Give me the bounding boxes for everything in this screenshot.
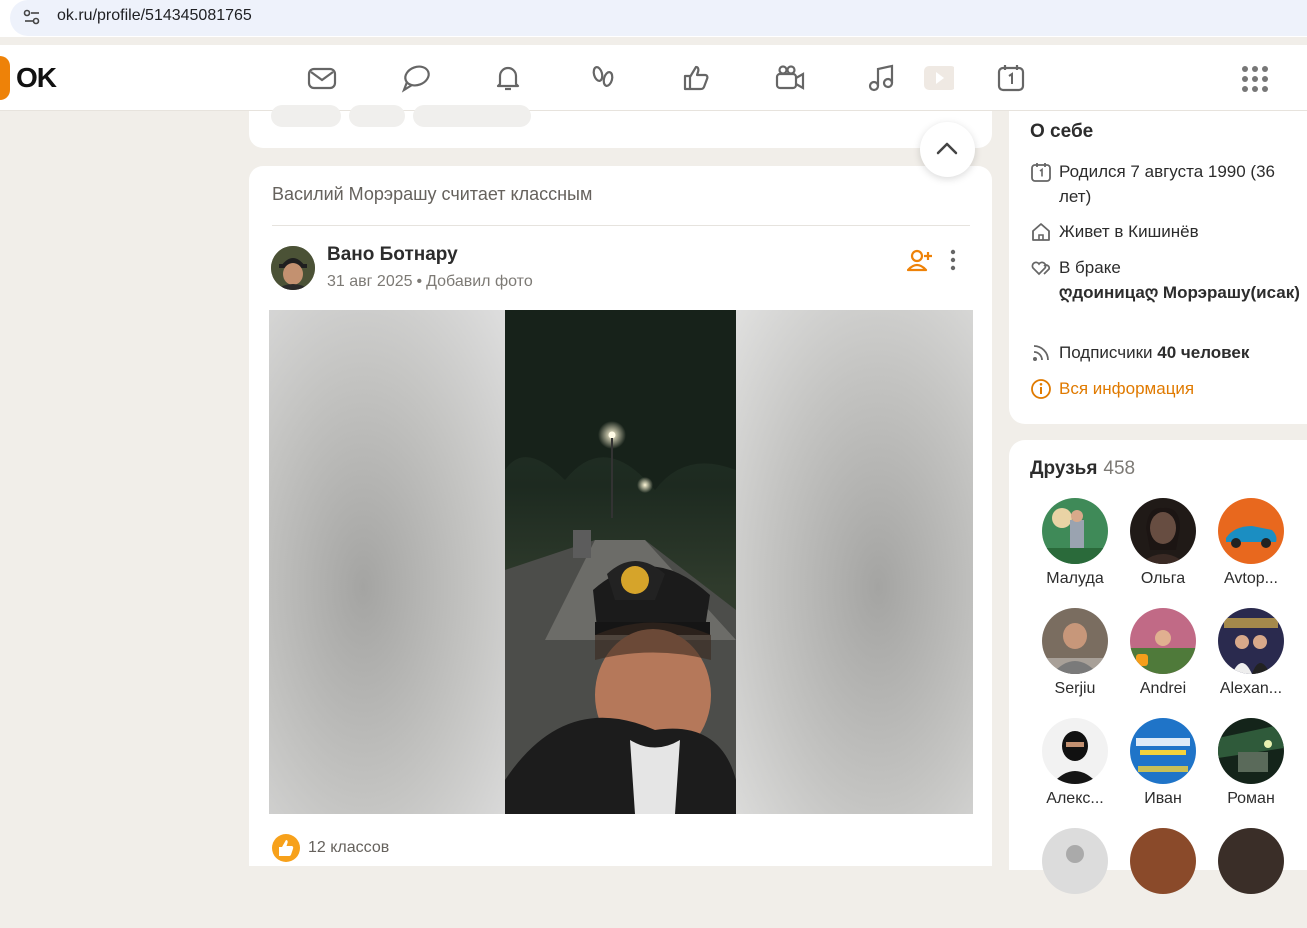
photo-blur-left [269, 310, 505, 814]
friend-item[interactable] [1119, 828, 1205, 928]
post-date[interactable]: 31 авг 2025 [327, 273, 413, 290]
scroll-to-top-button[interactable] [920, 122, 975, 177]
avatar[interactable] [1042, 828, 1108, 894]
photo-blur-right [736, 310, 973, 814]
friend-name: Andrei [1139, 680, 1187, 697]
friends-count: 458 [1103, 458, 1136, 479]
previous-post-footer [249, 105, 992, 148]
friend-name: Avtop... [1224, 570, 1278, 587]
avatar[interactable] [1218, 608, 1284, 674]
friend-name: Роман [1227, 790, 1275, 807]
avatar[interactable] [1042, 608, 1108, 674]
friend-item[interactable]: Алекс... [1031, 718, 1117, 818]
hearts-icon [1031, 261, 1050, 276]
about-born: Родился 7 августа 1990 (36 лет) [1059, 162, 1275, 206]
friend-item[interactable]: Роман [1207, 718, 1293, 818]
avatar[interactable] [1130, 498, 1196, 564]
calendar-icon[interactable] [995, 62, 1027, 94]
mail-icon[interactable] [306, 62, 338, 94]
avatar[interactable] [1218, 498, 1284, 564]
post-photo[interactable] [269, 310, 973, 814]
avatar[interactable] [1218, 718, 1284, 784]
video-camera-icon[interactable] [774, 62, 806, 94]
friend-item[interactable]: Alexan... [1207, 608, 1293, 708]
site-settings-icon[interactable] [22, 7, 42, 27]
logo[interactable]: OK [16, 62, 57, 94]
post-author-name[interactable]: Вано Ботнару [327, 244, 458, 266]
about-title: О себе [1030, 121, 1094, 142]
friend-name: Иван [1144, 790, 1182, 807]
friend-name: Serjiu [1054, 680, 1096, 697]
browser-address-bar: ok.ru/profile/514345081765 [0, 0, 1307, 37]
about-married-with[interactable]: ღдоиницаღ Морэрашу(исак) [1059, 280, 1300, 305]
about-lives-row: Живет в Кишинёв [1030, 219, 1300, 244]
avatar[interactable] [1130, 718, 1196, 784]
site-header: OK [0, 45, 1307, 111]
likes-count: 12 классов [308, 839, 390, 856]
about-married-row: В браке ღдоиницаღ Морэрашу(исак) [1030, 255, 1300, 305]
home-icon [1032, 223, 1050, 241]
info-icon [1031, 379, 1051, 399]
feed-post-card: Василий Морэрашу считает классным Вано Б… [249, 166, 992, 866]
action-chip[interactable] [413, 105, 531, 127]
footprints-icon[interactable] [587, 62, 619, 94]
avatar[interactable] [1130, 828, 1196, 894]
friend-item[interactable]: Serjiu [1031, 608, 1117, 708]
calendar-icon [1031, 163, 1051, 182]
avatar[interactable] [1130, 608, 1196, 674]
play-icon[interactable] [922, 62, 956, 94]
friend-name: Alexan... [1219, 680, 1283, 697]
friend-name: Алекс... [1046, 790, 1104, 807]
friend-name: Ольга [1140, 570, 1186, 587]
action-chip[interactable] [271, 105, 341, 127]
friends-title[interactable]: Друзья 458 [1030, 458, 1135, 480]
avatar[interactable] [271, 246, 315, 290]
avatar[interactable] [1042, 498, 1108, 564]
friend-item[interactable] [1207, 828, 1293, 928]
friends-label: Друзья [1030, 458, 1098, 479]
logo-mark[interactable] [0, 56, 10, 100]
apps-grid-icon[interactable] [1240, 64, 1270, 94]
about-all-info-link[interactable]: Вся информация [1030, 376, 1300, 401]
url-text: ok.ru/profile/514345081765 [57, 7, 252, 24]
about-card: О себе Родился 7 августа 1990 (36 лет) Ж… [1009, 111, 1307, 424]
bell-icon[interactable] [492, 62, 524, 94]
avatar[interactable] [1218, 828, 1284, 894]
divider [272, 225, 970, 226]
friend-item[interactable]: Avtop... [1207, 498, 1293, 598]
chevron-up-icon [936, 142, 958, 155]
like-icon[interactable] [681, 62, 713, 94]
friend-item[interactable] [1031, 828, 1117, 928]
friends-card: Друзья 458 Малуда Ольга Avtop... Serjiu A… [1009, 440, 1307, 894]
klass-icon [272, 834, 300, 862]
friend-item[interactable]: Ольга [1119, 498, 1205, 598]
friend-item[interactable]: Малуда [1031, 498, 1117, 598]
chat-icon[interactable] [400, 62, 432, 94]
post-action: Добавил фото [426, 273, 533, 290]
action-chip[interactable] [349, 105, 405, 127]
rss-icon [1033, 345, 1049, 361]
about-born-row: Родился 7 августа 1990 (36 лет) [1030, 159, 1300, 209]
about-married-label: В браке [1059, 258, 1121, 277]
photo-image [505, 310, 736, 814]
about-all-info[interactable]: Вся информация [1059, 376, 1300, 401]
post-meta: 31 авг 2025 • Добавил фото [327, 273, 533, 291]
about-subscribers-label: Подписчики [1059, 343, 1153, 362]
friend-name: Малуда [1046, 570, 1104, 587]
music-icon[interactable] [866, 62, 898, 94]
friend-item[interactable]: Andrei [1119, 608, 1205, 708]
more-options-icon[interactable] [943, 248, 963, 272]
separator-dot: • [416, 273, 423, 290]
friend-item[interactable]: Иван [1119, 718, 1205, 818]
about-lives[interactable]: Живет в Кишинёв [1059, 219, 1300, 244]
about-subscribers-count: 40 человек [1157, 343, 1250, 362]
about-subscribers-row[interactable]: Подписчики 40 человек [1030, 340, 1300, 365]
avatar[interactable] [1042, 718, 1108, 784]
feed-activity-header[interactable]: Василий Морэрашу считает классным [272, 184, 592, 205]
add-friend-icon[interactable] [907, 248, 933, 272]
